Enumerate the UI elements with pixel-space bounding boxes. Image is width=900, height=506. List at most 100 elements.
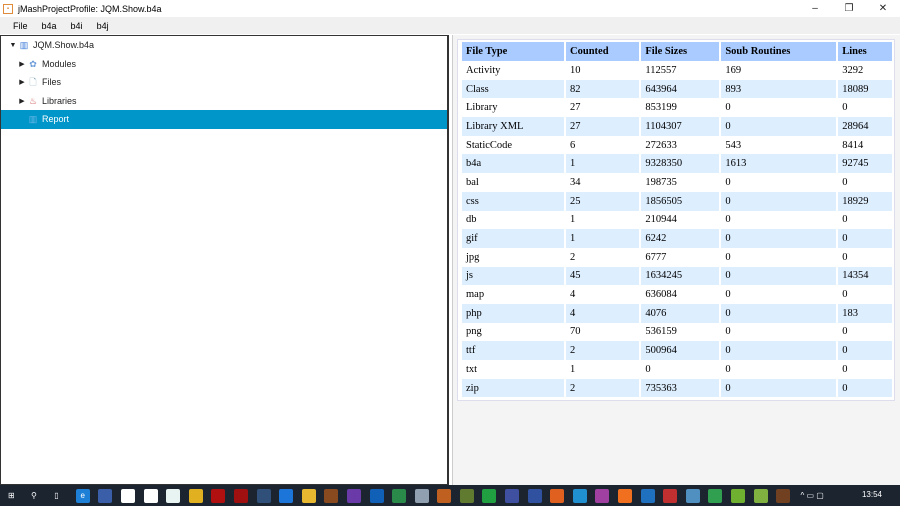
column-header[interactable]: File Type [462, 42, 565, 61]
tree-item-files[interactable]: ▶ 🗋 Files [1, 73, 447, 92]
app10-icon[interactable] [437, 488, 452, 503]
tree-root-label: JQM.Show.b4a [33, 40, 95, 51]
column-header[interactable]: Counted [566, 42, 640, 61]
app22-icon[interactable] [776, 488, 791, 503]
filezilla-icon[interactable] [211, 488, 226, 503]
app18-icon[interactable] [663, 488, 678, 503]
table-cell: db [466, 214, 477, 226]
visual-studio-icon[interactable] [346, 488, 361, 503]
table-cell: jpg [466, 251, 480, 263]
start-icon[interactable]: ⊞ [4, 489, 18, 503]
app14-icon[interactable] [527, 488, 542, 503]
system-tray-icon[interactable]: ^ ▭ ▢ [800, 491, 823, 500]
table-row: bal 34 198735 0 0 [462, 173, 892, 192]
tree-item-label: Modules [42, 58, 77, 69]
column-header[interactable]: Soub Routines [721, 42, 837, 61]
table-row: zip 2 735363 0 0 [462, 378, 892, 398]
table-cell: 543 [725, 139, 742, 151]
table-cell: gif [462, 229, 565, 248]
menu-b4j[interactable]: b4j [97, 21, 109, 31]
app20-icon[interactable] [708, 488, 723, 503]
app7-icon[interactable] [324, 488, 339, 503]
table-cell: 1 [566, 154, 640, 174]
app3-icon[interactable] [143, 488, 158, 503]
app21-icon[interactable] [753, 488, 768, 503]
table-cell: 0 [721, 117, 837, 136]
menu-b4a[interactable]: b4a [42, 21, 57, 31]
app6-icon[interactable] [256, 488, 271, 503]
column-header[interactable]: Lines [838, 42, 892, 61]
tree-item-report[interactable]: ▥ Report [1, 110, 447, 129]
outlook-icon[interactable] [369, 488, 384, 503]
app2-icon[interactable] [120, 488, 135, 503]
table-row: ttf 2 500964 0 0 [462, 341, 892, 360]
app15-icon[interactable] [572, 488, 587, 503]
table-cell: 210944 [645, 214, 677, 226]
dropbox-icon[interactable] [279, 488, 294, 503]
table-cell: 0 [838, 229, 892, 248]
window-title: jMashProjectProfile: JQM.Show.b4a [18, 3, 162, 14]
tree-root[interactable]: ▼ ▥ JQM.Show.b4a [1, 36, 447, 55]
table-cell: 0 [838, 378, 892, 398]
app5-icon[interactable] [233, 488, 248, 503]
minimize-button[interactable]: – [798, 0, 832, 17]
tree-item-libraries[interactable]: ▶ ♨ Libraries [1, 92, 447, 111]
file-icon: 🗋 [29, 77, 37, 88]
close-button[interactable]: ✕ [866, 0, 900, 17]
expand-arrow-icon[interactable]: ▶ [16, 97, 28, 105]
table-cell: 735363 [641, 378, 720, 398]
app17-icon[interactable] [640, 488, 655, 503]
edge-icon[interactable]: e [75, 488, 90, 503]
expand-arrow-icon[interactable]: ▶ [16, 60, 28, 68]
table-cell: 0 [842, 289, 848, 301]
column-header[interactable]: File Sizes [641, 42, 720, 61]
table-cell: 0 [725, 326, 731, 338]
table-cell: 183 [838, 303, 892, 323]
app1-icon[interactable] [98, 488, 113, 503]
table-row: png 70 536159 0 0 [462, 323, 892, 342]
table-cell: png [466, 326, 482, 338]
library-icon: ♨ [28, 95, 38, 106]
app4-icon[interactable] [166, 488, 181, 503]
project-tree: ▼ ▥ JQM.Show.b4a ▶ ✿ Modules ▶ 🗋 Files ▶… [0, 35, 449, 485]
app11-icon[interactable] [459, 488, 474, 503]
chrome-icon[interactable] [188, 488, 203, 503]
explorer-icon[interactable] [301, 488, 316, 503]
table-cell: Library XML [462, 117, 565, 136]
app9-icon[interactable] [414, 488, 429, 503]
app12-icon[interactable] [482, 488, 497, 503]
android-icon[interactable] [731, 488, 745, 503]
menu-bar: File b4a b4i b4j [0, 17, 900, 34]
maximize-button[interactable]: ❐ [832, 0, 866, 17]
table-cell: 500964 [641, 341, 720, 360]
table-cell: 0 [725, 102, 731, 114]
table-row: gif 1 6242 0 0 [462, 229, 892, 248]
app19-icon[interactable] [685, 488, 700, 503]
table-cell: 0 [838, 341, 892, 360]
table-cell: 169 [725, 64, 742, 76]
menu-b4i[interactable]: b4i [71, 21, 83, 31]
app8-icon[interactable] [392, 488, 407, 503]
clock[interactable]: 13:54 [862, 490, 882, 499]
table-cell: 27 [570, 102, 581, 114]
report-table: File Type Counted File Sizes Soub Routines L… [460, 42, 894, 398]
project-icon: ▥ [19, 40, 29, 51]
app13-icon[interactable] [505, 488, 520, 503]
tree-item-modules[interactable]: ▶ ✿ Modules [1, 55, 447, 74]
expand-arrow-icon[interactable]: ▶ [16, 78, 28, 86]
modules-icon: ✿ [29, 58, 37, 69]
table-row: jpg 2 6777 0 0 [462, 248, 892, 267]
tree-item-label: Files [42, 77, 62, 88]
menu-file[interactable]: File [13, 21, 28, 31]
search-icon[interactable]: ⚲ [27, 489, 41, 503]
app-icon: ▪ [3, 3, 13, 14]
app16-icon[interactable] [595, 488, 610, 503]
firefox-icon[interactable] [550, 488, 565, 503]
expand-arrow-icon[interactable]: ▼ [7, 42, 19, 49]
table-cell: 1 [570, 214, 576, 226]
table-cell: 6 [570, 139, 576, 151]
table-cell: 27 [566, 117, 640, 136]
xampp-icon[interactable] [618, 488, 633, 503]
task-view-icon[interactable]: ▯ [49, 489, 63, 503]
table-cell: 28964 [838, 117, 892, 136]
